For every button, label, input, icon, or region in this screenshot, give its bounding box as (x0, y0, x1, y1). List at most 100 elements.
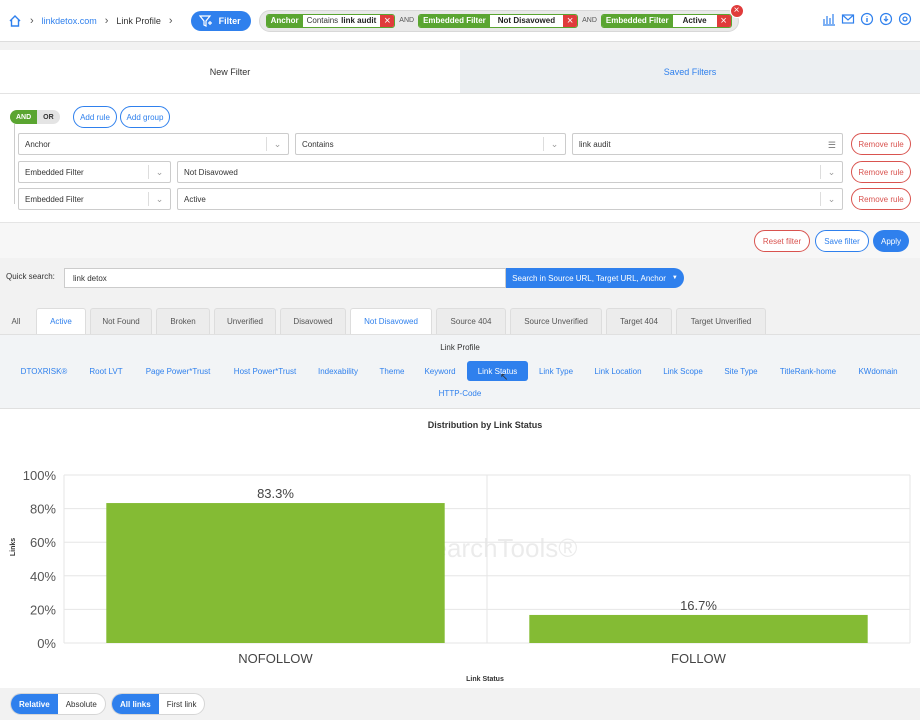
rule-value-text: Not Disavowed (184, 167, 238, 177)
lp-tab-titlerank-home[interactable]: TitleRank-home (772, 361, 844, 381)
lp-tab-page-power-trust[interactable]: Page Power*Trust (138, 361, 218, 381)
info-icon[interactable] (860, 12, 874, 26)
filter-button-label: Filter (218, 15, 241, 26)
rule-value-text: link audit (579, 139, 611, 149)
tab-target-404[interactable]: Target 404 (606, 308, 672, 334)
search-scope-button[interactable]: Search in Source URL, Target URL, Anchor… (506, 268, 684, 288)
chip-field: Anchor (266, 14, 303, 27)
tab-disavowed[interactable]: Disavowed (280, 308, 346, 334)
rule-value-input[interactable]: link audit ☰ (572, 133, 843, 155)
rule-field-select[interactable]: Embedded Filter ⌄ (18, 188, 171, 210)
top-icons (822, 12, 912, 26)
tab-saved-filters[interactable]: Saved Filters (460, 50, 920, 93)
bar-follow[interactable] (529, 614, 868, 643)
chevron-down-icon: ⌄ (820, 165, 842, 179)
add-rule-button[interactable]: Add rule (73, 106, 117, 128)
bottom-bar: Relative Absolute All links First link (0, 688, 920, 720)
tab-source-404[interactable]: Source 404 (436, 308, 506, 334)
tab-new-filter[interactable]: New Filter (0, 50, 460, 93)
rule-value-select[interactable]: Active ⌄ (177, 188, 843, 210)
lp-tab-host-power-trust[interactable]: Host Power*Trust (226, 361, 304, 381)
bar-chart-icon[interactable] (822, 12, 836, 26)
download-icon[interactable] (879, 12, 893, 26)
quick-search-label: Quick search: (6, 272, 55, 281)
tab-not-found[interactable]: Not Found (90, 308, 152, 334)
tab-source-unverified[interactable]: Source Unverified (510, 308, 602, 334)
mail-icon[interactable] (841, 12, 855, 26)
settings-icon[interactable] (898, 12, 912, 26)
tab-all[interactable]: All (4, 308, 28, 334)
lp-tab-link-status[interactable]: Link Status (467, 361, 528, 381)
filter-chip-embedded-1[interactable]: Embedded Filter Not Disavowed × (418, 13, 579, 28)
chevron-right-icon: › (168, 14, 173, 27)
mouse-cursor-icon: ↖ (500, 372, 509, 383)
chevron-down-icon: ⌄ (543, 137, 565, 151)
filter-tabs: New Filter Saved Filters (0, 50, 920, 94)
tab-not-disavowed[interactable]: Not Disavowed (350, 308, 432, 334)
filter-chip-anchor[interactable]: Anchor Contains link audit × (265, 13, 396, 28)
link-scope-toggle[interactable]: All links First link (111, 693, 206, 715)
quick-search-input[interactable]: link detox (64, 268, 506, 288)
lp-tab-site-type[interactable]: Site Type (718, 361, 764, 381)
bar-nofollow[interactable] (106, 503, 445, 643)
all-links-toggle[interactable]: All links (112, 694, 159, 714)
chevron-right-icon: › (104, 14, 109, 27)
tab-unverified[interactable]: Unverified (214, 308, 276, 334)
lp-tab-link-location[interactable]: Link Location (588, 361, 648, 381)
active-filter-chips: Anchor Contains link audit × AND Embedded… (258, 3, 744, 32)
lp-tab-http-code[interactable]: HTTP-Code (430, 383, 490, 403)
breadcrumb-page: Link Profile (116, 15, 161, 26)
chip-field: Embedded Filter (419, 14, 490, 27)
lp-tab-link-type[interactable]: Link Type (532, 361, 580, 381)
close-icon[interactable]: × (716, 14, 731, 27)
rule-field-select[interactable]: Anchor ⌄ (18, 133, 289, 155)
save-filter-button[interactable]: Save filter (815, 230, 869, 252)
rule-operator-select[interactable]: Contains ⌄ (295, 133, 566, 155)
rule-connector (14, 124, 15, 204)
rule-field-select[interactable]: Embedded Filter ⌄ (18, 161, 171, 183)
caret-down-icon: ▼ (671, 275, 678, 281)
relative-toggle[interactable]: Relative (11, 694, 58, 714)
breadcrumb-site[interactable]: linkdetox.com (42, 16, 97, 26)
lp-tab-dtoxrisk[interactable]: DTOXRISK® (12, 361, 76, 381)
add-group-button[interactable]: Add group (120, 106, 170, 128)
absolute-toggle[interactable]: Absolute (58, 694, 105, 714)
filter-button[interactable]: Filter (190, 10, 251, 31)
apply-button[interactable]: Apply (873, 230, 909, 252)
reset-filter-button[interactable]: Reset filter (754, 230, 810, 252)
remove-rule-button[interactable]: Remove rule (851, 161, 911, 183)
lp-tab-link-scope[interactable]: Link Scope (656, 361, 710, 381)
lp-tab-kwdomain[interactable]: KWdomain (852, 361, 904, 381)
tab-broken[interactable]: Broken (156, 308, 210, 334)
quick-search-value: link detox (73, 273, 107, 283)
tab-active[interactable]: Active (36, 308, 86, 334)
list-icon[interactable]: ☰ (828, 140, 836, 151)
lp-tab-theme[interactable]: Theme (374, 361, 410, 381)
and-toggle[interactable]: AND (10, 110, 38, 124)
rule-field-value: Embedded Filter (25, 194, 84, 204)
search-scope-label: Search in Source URL, Target URL, Anchor (512, 273, 666, 283)
tab-target-unverified[interactable]: Target Unverified (676, 308, 766, 334)
chevron-down-icon: ⌄ (148, 165, 170, 179)
first-link-toggle[interactable]: First link (159, 694, 205, 714)
close-icon[interactable]: × (563, 14, 578, 27)
clear-all-filters-icon[interactable]: × (729, 3, 744, 18)
and-or-toggle[interactable]: AND OR (10, 110, 60, 124)
y-tick-label: 0% (37, 636, 56, 651)
relative-absolute-toggle[interactable]: Relative Absolute (10, 693, 106, 715)
rule-operator-value: Contains (302, 139, 334, 149)
home-icon[interactable] (8, 14, 22, 28)
or-toggle[interactable]: OR (37, 110, 60, 124)
remove-rule-button[interactable]: Remove rule (851, 133, 911, 155)
lp-tab-indexability[interactable]: Indexability (310, 361, 366, 381)
filter-panel-footer: Reset filter Save filter Apply (0, 222, 920, 258)
lp-tab-root-lvt[interactable]: Root LVT (82, 361, 130, 381)
link-status-chart: Distribution by Link Status LinkResearch… (0, 408, 920, 688)
chip-value: Contains link audit (306, 16, 377, 25)
remove-rule-button[interactable]: Remove rule (851, 188, 911, 210)
filter-chip-embedded-2[interactable]: Embedded Filter Active × (600, 13, 732, 28)
lp-tab-keyword[interactable]: Keyword (418, 361, 462, 381)
rule-value-select[interactable]: Not Disavowed ⌄ (177, 161, 843, 183)
bar-value-label: 83.3% (257, 486, 294, 501)
close-icon[interactable]: × (380, 14, 395, 27)
